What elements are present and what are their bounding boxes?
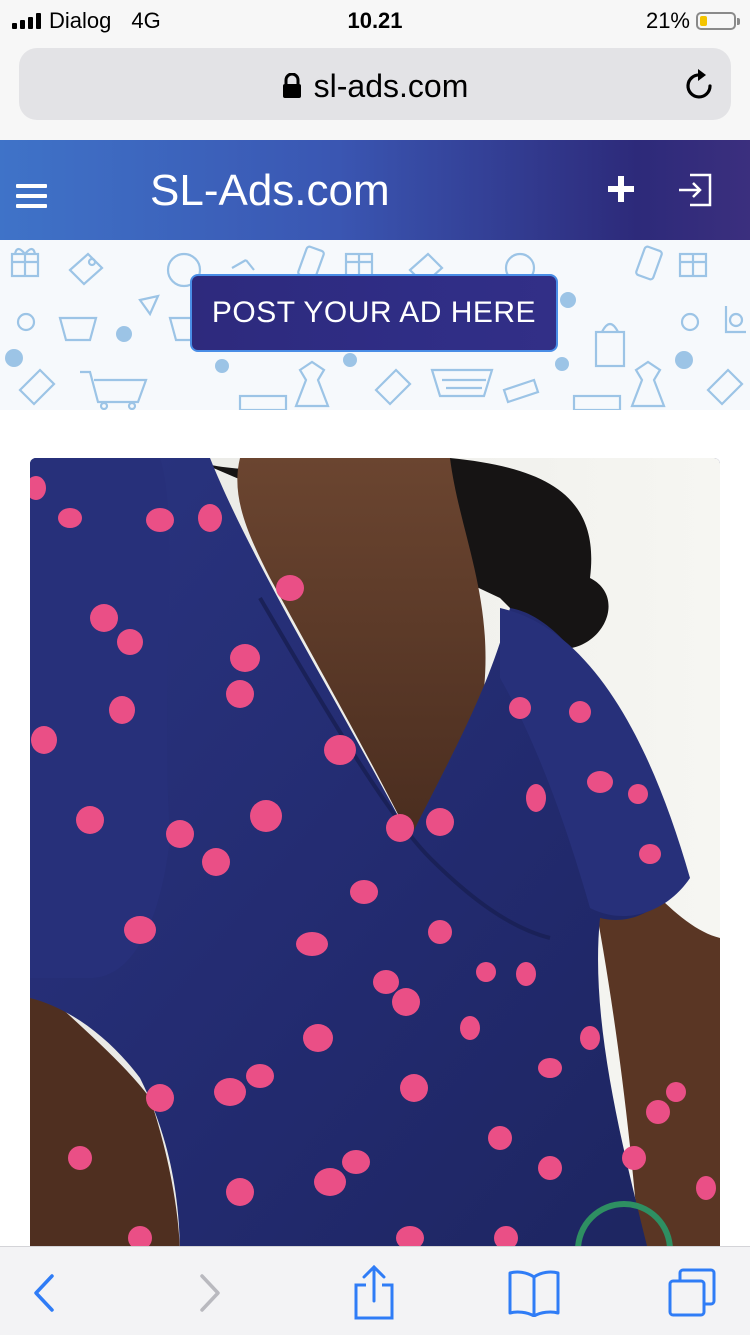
login-icon[interactable] bbox=[676, 172, 714, 208]
bookmarks-icon[interactable] bbox=[504, 1265, 564, 1321]
share-icon[interactable] bbox=[344, 1265, 404, 1321]
status-right: 21% bbox=[645, 8, 740, 34]
status-bar: Dialog 4G 10.21 21% bbox=[0, 0, 750, 42]
post-ad-banner: POST YOUR AD HERE bbox=[0, 240, 750, 410]
url-text: sl-ads.com bbox=[313, 68, 469, 104]
battery-icon bbox=[696, 12, 740, 30]
hamburger-menu-icon[interactable] bbox=[16, 184, 47, 208]
clock: 10.21 bbox=[347, 8, 403, 33]
site-header: SL-Ads.com bbox=[0, 140, 750, 240]
url-display[interactable]: sl-ads.com bbox=[19, 68, 731, 105]
battery-percent: 21% bbox=[645, 8, 690, 33]
battery-level bbox=[700, 16, 707, 26]
ad-photo[interactable] bbox=[30, 458, 720, 1258]
site-logo-title[interactable]: SL-Ads.com bbox=[150, 166, 390, 216]
browser-url-area: sl-ads.com bbox=[0, 42, 750, 140]
post-ad-button[interactable]: POST YOUR AD HERE bbox=[190, 274, 558, 352]
tabs-icon[interactable] bbox=[662, 1265, 722, 1321]
reload-icon[interactable] bbox=[683, 66, 717, 102]
address-bar[interactable]: sl-ads.com bbox=[19, 48, 731, 120]
back-icon[interactable] bbox=[14, 1265, 74, 1321]
forward-icon[interactable] bbox=[180, 1265, 240, 1321]
ad-photo-illustration bbox=[30, 458, 720, 1258]
add-icon[interactable] bbox=[606, 174, 636, 204]
browser-toolbar bbox=[0, 1246, 750, 1335]
lock-icon bbox=[282, 72, 301, 98]
